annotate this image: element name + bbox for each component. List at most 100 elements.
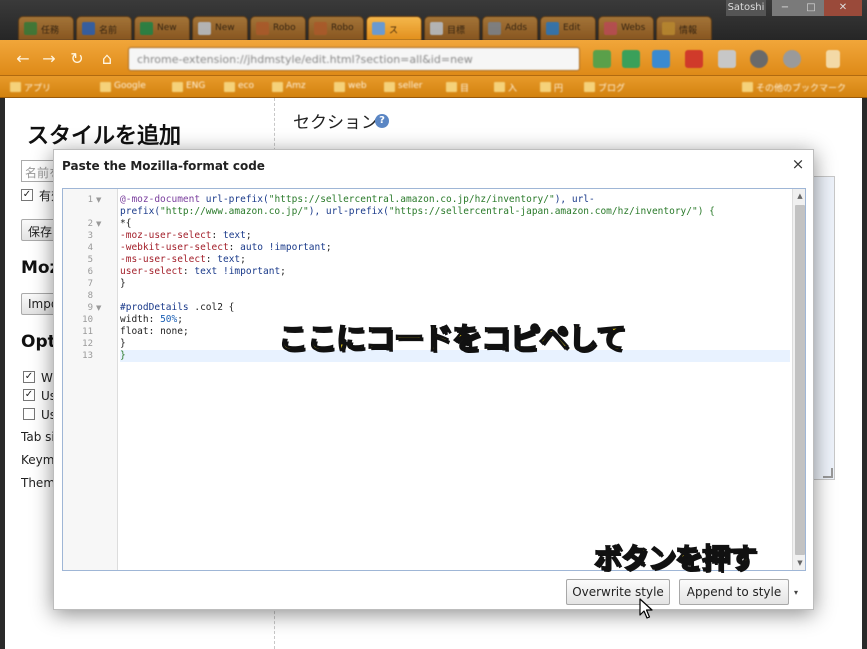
bookmark-item[interactable]: 円 — [540, 81, 563, 94]
browser-tab[interactable]: Webs — [598, 16, 654, 40]
help-icon[interactable]: ? — [375, 114, 389, 128]
line-number: 6 — [87, 267, 93, 277]
bookmark-item[interactable]: ENG — [172, 81, 205, 94]
code-line: #prodDetails .col2 { — [120, 302, 235, 313]
line-number: 2 — [87, 219, 93, 229]
code-line: -webkit-user-select: auto !important; — [120, 242, 332, 253]
home-icon[interactable]: ⌂ — [98, 50, 116, 68]
browser-toolbar: ← → ↻ ⌂ chrome-extension://jhdmstyle/edi… — [0, 40, 867, 76]
fold-arrow-icon[interactable]: ▼ — [96, 194, 101, 206]
append-to-style-button[interactable]: Append to style — [679, 579, 789, 605]
maximize-button[interactable]: □ — [798, 0, 824, 16]
browser-tab[interactable]: 情報 — [656, 16, 712, 40]
browser-tab[interactable]: Adds — [482, 16, 538, 40]
bookmark-item[interactable]: eco — [224, 81, 254, 94]
line-number: 4 — [87, 243, 93, 253]
browser-tab[interactable]: 任務 — [18, 16, 74, 40]
line-number-gutter: 1 ▼ 2 ▼ 3 4 5 6 7 8 9 ▼ 10 11 12 13 — [63, 189, 118, 570]
bookmark-item[interactable]: 入 — [494, 81, 517, 94]
bookmark-item[interactable]: Amz — [272, 81, 306, 94]
line-number: 9 — [87, 303, 93, 313]
tab-favicon-icon — [314, 22, 327, 35]
extension-icon[interactable] — [750, 50, 768, 68]
reload-icon[interactable]: ↻ — [68, 50, 86, 68]
menu-icon[interactable] — [826, 50, 840, 68]
address-bar[interactable]: chrome-extension://jhdmstyle/edit.html?s… — [128, 47, 580, 71]
smart-indent-checkbox[interactable]: ✓ — [23, 389, 35, 401]
code-line: @-moz-document url-prefix("https://selle… — [120, 194, 595, 205]
extension-icon[interactable] — [622, 50, 640, 68]
code-line: prefix("http://www.amazon.co.jp/"), url-… — [120, 206, 715, 217]
tab-favicon-icon — [140, 22, 153, 35]
browser-tab[interactable]: New — [192, 16, 248, 40]
scrollbar-thumb[interactable] — [795, 205, 805, 555]
browser-window: 任務 名前 New New Robo Robo ス 目標 Adds Edit W… — [0, 0, 867, 649]
enabled-checkbox[interactable]: ✓ — [21, 189, 33, 201]
code-line: } — [120, 278, 126, 289]
tab-favicon-icon — [372, 22, 385, 35]
paste-hint-annotation: ここにコードをコピペして — [277, 321, 627, 358]
code-line: -ms-user-select: text; — [120, 254, 246, 265]
line-number: 11 — [82, 327, 93, 337]
editor-scrollbar[interactable]: ▲ ▼ — [792, 189, 805, 570]
tab-strip: 任務 名前 New New Robo Robo ス 目標 Adds Edit W… — [0, 0, 867, 40]
browser-tab[interactable]: Robo — [308, 16, 364, 40]
minimize-button[interactable]: − — [772, 0, 798, 16]
bookmark-item[interactable]: ブログ — [584, 81, 625, 94]
line-number: 5 — [87, 255, 93, 265]
tab-favicon-icon — [256, 22, 269, 35]
theme-label: Theme — [21, 476, 53, 490]
tab-size-label: Tab size — [21, 430, 53, 444]
scroll-up-icon[interactable]: ▲ — [795, 192, 805, 200]
bookmark-item[interactable]: アプリ — [10, 81, 51, 94]
browser-tab[interactable]: Robo — [250, 16, 306, 40]
fold-arrow-icon[interactable]: ▼ — [96, 302, 101, 314]
extension-icon[interactable] — [593, 50, 611, 68]
close-icon[interactable]: × — [790, 156, 806, 172]
extension-icon[interactable] — [718, 50, 736, 68]
wrap-lines-checkbox[interactable]: ✓ — [23, 371, 35, 383]
code-lines[interactable]: @-moz-document url-prefix("https://selle… — [120, 189, 790, 570]
bookmark-item[interactable]: seller — [384, 81, 422, 94]
mozilla-format-heading: Mozilla Format — [21, 258, 57, 278]
extension-icon[interactable] — [685, 50, 703, 68]
browser-tab[interactable]: 目標 — [424, 16, 480, 40]
browser-tab[interactable]: Edit — [540, 16, 596, 40]
line-number: 7 — [87, 279, 93, 289]
overwrite-style-button[interactable]: Overwrite style — [566, 579, 670, 605]
tab-favicon-icon — [546, 22, 559, 35]
browser-tab-active[interactable]: ス — [366, 16, 422, 40]
mouse-pointer-icon — [639, 598, 653, 619]
use-tab-checkbox[interactable] — [23, 408, 35, 420]
scroll-down-icon[interactable]: ▼ — [795, 559, 805, 567]
back-icon[interactable]: ← — [14, 50, 32, 68]
options-heading: Options — [21, 332, 57, 352]
forward-icon[interactable]: → — [40, 50, 58, 68]
code-line: -moz-user-select: text; — [120, 230, 252, 241]
code-line: *{ — [120, 218, 132, 229]
line-number: 13 — [82, 351, 93, 361]
fold-arrow-icon[interactable]: ▼ — [96, 218, 101, 230]
browser-tab[interactable]: 名前 — [76, 16, 132, 40]
profile-button[interactable]: Satoshi — [726, 0, 766, 16]
tab-favicon-icon — [82, 22, 95, 35]
style-name-input[interactable]: 名前を入力 — [21, 160, 57, 182]
dropdown-arrow-icon[interactable]: ▾ — [794, 588, 798, 597]
tab-favicon-icon — [24, 22, 37, 35]
extension-icon[interactable] — [652, 50, 670, 68]
window-close-button[interactable]: ✕ — [824, 0, 862, 16]
tab-favicon-icon — [198, 22, 211, 35]
line-number: 8 — [87, 291, 93, 301]
tab-favicon-icon — [430, 22, 443, 35]
tab-favicon-icon — [488, 22, 501, 35]
save-button[interactable]: 保存 — [21, 219, 57, 241]
keymap-label: Keymap — [21, 453, 53, 467]
bookmark-other[interactable]: その他のブックマーク — [742, 81, 846, 94]
bookmark-item[interactable]: 目 — [446, 81, 469, 94]
bookmark-item[interactable]: web — [334, 81, 367, 94]
bookmark-item[interactable]: Google — [100, 81, 146, 94]
extension-icon[interactable] — [783, 50, 801, 68]
import-button[interactable]: Import — [21, 293, 57, 315]
code-editor[interactable]: 1 ▼ 2 ▼ 3 4 5 6 7 8 9 ▼ 10 11 12 13 @-mo… — [62, 188, 806, 571]
browser-tab[interactable]: New — [134, 16, 190, 40]
